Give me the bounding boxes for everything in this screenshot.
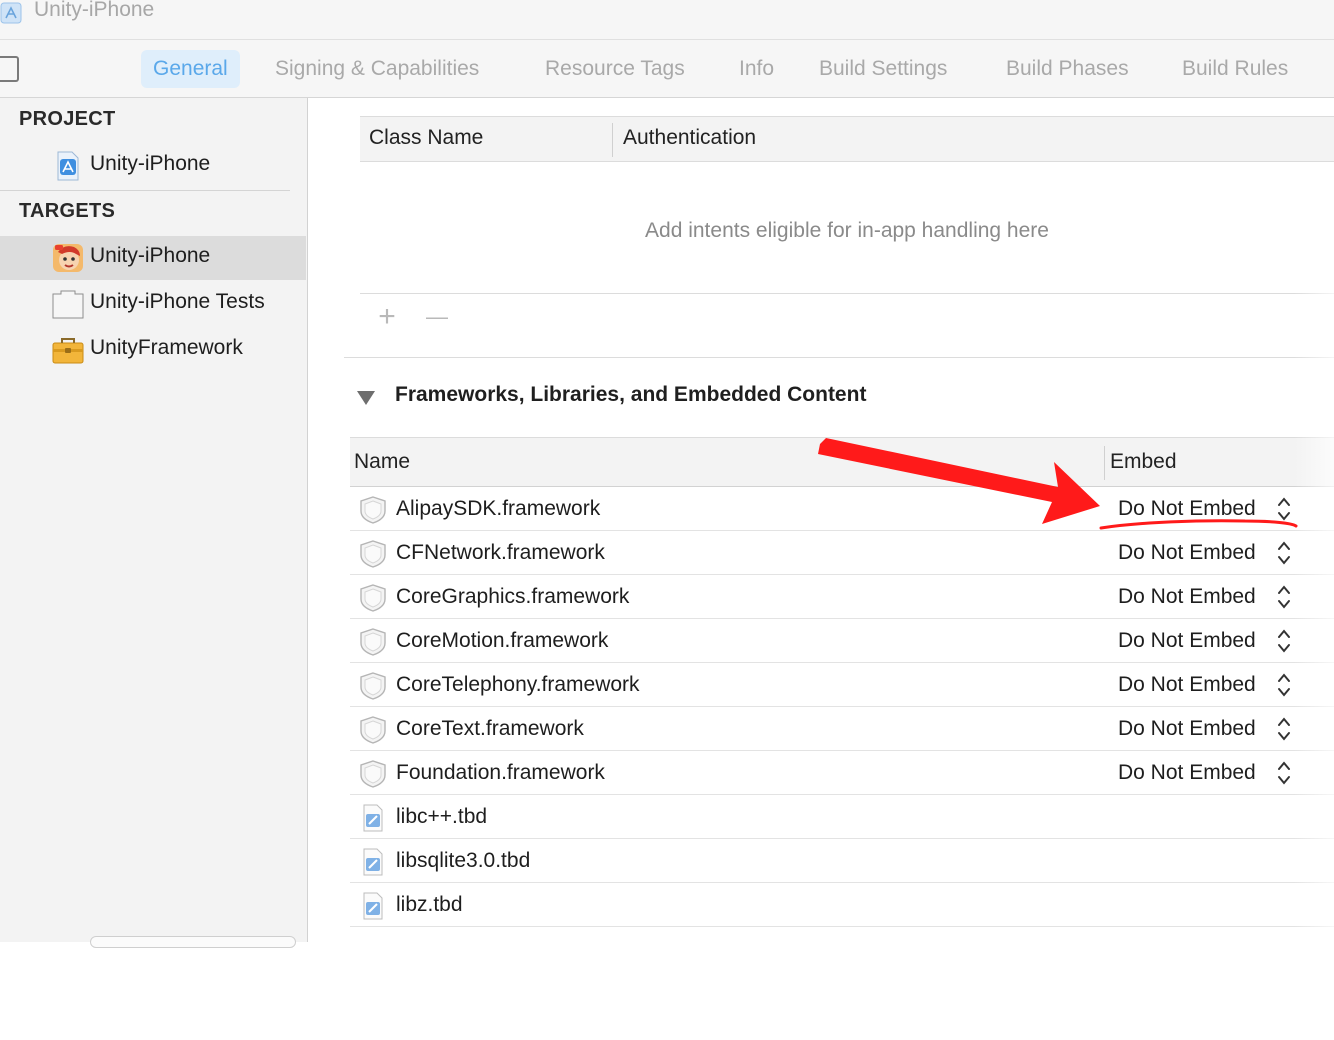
column-separator xyxy=(1104,446,1105,480)
framework-name: libz.tbd xyxy=(396,893,463,916)
sidebar-item-label: Unity-iPhone xyxy=(90,244,211,267)
tab-info[interactable]: Info xyxy=(727,50,786,88)
intents-table-header: Class Name Authentication xyxy=(360,116,1334,162)
framework-row[interactable]: libc++.tbd xyxy=(350,795,1334,839)
sidebar-filter-field[interactable] xyxy=(90,936,296,948)
sidebar-item-label: Unity-iPhone Tests xyxy=(90,290,265,313)
sidebar-item-label: Unity-iPhone xyxy=(90,152,211,175)
sidebar-divider xyxy=(0,190,290,191)
framework-row[interactable]: Foundation.framework Do Not Embed xyxy=(350,751,1334,795)
framework-name: CoreGraphics.framework xyxy=(396,585,630,608)
framework-name: CoreText.framework xyxy=(396,717,584,740)
test-bundle-icon xyxy=(52,290,84,319)
column-separator xyxy=(612,123,613,157)
chevron-up-down-icon[interactable] xyxy=(1276,584,1292,610)
framework-row[interactable]: AlipaySDK.framework Do Not Embed xyxy=(350,487,1334,531)
framework-icon xyxy=(360,628,386,656)
sidebar-toggle-button[interactable] xyxy=(0,56,19,82)
framework-row[interactable]: libz.tbd xyxy=(350,883,1334,927)
framework-row[interactable]: CoreMotion.framework Do Not Embed xyxy=(350,619,1334,663)
framework-icon xyxy=(360,716,386,744)
embed-popup-button[interactable]: Do Not Embed xyxy=(1118,761,1256,785)
sidebar-item-label: UnityFramework xyxy=(90,336,243,359)
framework-name: libsqlite3.0.tbd xyxy=(396,849,531,872)
framework-icon xyxy=(360,672,386,700)
tbd-file-icon xyxy=(363,848,383,876)
embed-popup-button[interactable]: Do Not Embed xyxy=(1118,629,1256,653)
framework-row[interactable]: CoreText.framework Do Not Embed xyxy=(350,707,1334,751)
intents-empty-placeholder: Add intents eligible for in-app handling… xyxy=(645,219,1049,242)
chevron-up-down-icon[interactable] xyxy=(1276,540,1292,566)
tab-build-phases[interactable]: Build Phases xyxy=(994,50,1141,88)
chevron-up-down-icon[interactable] xyxy=(1276,628,1292,654)
project-navigator-sidebar: PROJECT Unity-iPhone TARGETS Unity-iPhon… xyxy=(0,98,308,948)
tab-build-rules[interactable]: Build Rules xyxy=(1170,50,1300,88)
column-header-class-name[interactable]: Class Name xyxy=(369,126,483,150)
add-intent-button[interactable]: + xyxy=(372,302,402,332)
chevron-up-down-icon[interactable] xyxy=(1276,716,1292,742)
targets-section-header: TARGETS xyxy=(19,200,116,222)
project-icon xyxy=(0,2,22,24)
frameworks-table-header: Name Embed xyxy=(350,437,1334,487)
framework-row[interactable]: CoreGraphics.framework Do Not Embed xyxy=(350,575,1334,619)
framework-name: CoreTelephony.framework xyxy=(396,673,640,696)
chevron-up-down-icon[interactable] xyxy=(1276,760,1292,786)
column-header-name[interactable]: Name xyxy=(354,450,410,474)
embed-popup-button[interactable]: Do Not Embed xyxy=(1118,673,1256,697)
framework-row[interactable]: libsqlite3.0.tbd xyxy=(350,839,1334,883)
frameworks-section-title: Frameworks, Libraries, and Embedded Cont… xyxy=(395,383,867,406)
chevron-up-down-icon[interactable] xyxy=(1276,672,1292,698)
framework-name: Foundation.framework xyxy=(396,761,605,784)
sidebar-item-target-unityframework[interactable]: UnityFramework xyxy=(0,328,306,372)
tbd-file-icon xyxy=(363,892,383,920)
intents-table-controls: + — xyxy=(360,294,1334,346)
framework-icon xyxy=(360,496,386,524)
framework-row[interactable]: CoreTelephony.framework Do Not Embed xyxy=(350,663,1334,707)
framework-name: CFNetwork.framework xyxy=(396,541,605,564)
section-divider xyxy=(344,357,1334,358)
intents-table-body: Add intents eligible for in-app handling… xyxy=(360,162,1334,294)
chevron-up-down-icon[interactable] xyxy=(1276,496,1292,522)
framework-icon xyxy=(360,540,386,568)
sidebar-item-project[interactable]: Unity-iPhone xyxy=(0,144,306,188)
sidebar-item-target-unity-iphone-tests[interactable]: Unity-iPhone Tests xyxy=(0,282,306,326)
project-section-header: PROJECT xyxy=(19,108,116,130)
sidebar-item-target-unity-iphone[interactable]: Unity-iPhone xyxy=(0,236,306,280)
xcode-project-icon xyxy=(57,151,79,181)
framework-icon xyxy=(360,584,386,612)
framework-row[interactable]: CFNetwork.framework Do Not Embed xyxy=(350,531,1334,575)
window-title: Unity-iPhone xyxy=(34,0,155,21)
framework-toolbox-icon xyxy=(52,338,84,364)
framework-name: AlipaySDK.framework xyxy=(396,497,601,520)
tab-resource-tags[interactable]: Resource Tags xyxy=(533,50,697,88)
embed-popup-button[interactable]: Do Not Embed xyxy=(1118,717,1256,741)
framework-name: libc++.tbd xyxy=(396,805,488,828)
editor-tab-bar: General Signing & Capabilities Resource … xyxy=(0,40,1334,98)
tbd-file-icon xyxy=(363,804,383,832)
embed-popup-button[interactable]: Do Not Embed xyxy=(1118,497,1256,521)
framework-icon xyxy=(360,760,386,788)
general-settings-editor: Class Name Authentication Add intents el… xyxy=(309,98,1334,1040)
remove-intent-button[interactable]: — xyxy=(422,302,452,332)
column-header-authentication[interactable]: Authentication xyxy=(623,126,756,150)
window-titlebar: Unity-iPhone xyxy=(0,0,1334,40)
framework-name: CoreMotion.framework xyxy=(396,629,609,652)
embed-popup-button[interactable]: Do Not Embed xyxy=(1118,541,1256,565)
disclosure-triangle-icon[interactable] xyxy=(357,391,375,405)
tab-signing-capabilities[interactable]: Signing & Capabilities xyxy=(263,50,491,88)
tab-general[interactable]: General xyxy=(141,50,240,88)
embed-popup-button[interactable]: Do Not Embed xyxy=(1118,585,1256,609)
column-header-embed[interactable]: Embed xyxy=(1110,450,1177,474)
tab-build-settings[interactable]: Build Settings xyxy=(807,50,959,88)
app-icon xyxy=(53,244,83,272)
